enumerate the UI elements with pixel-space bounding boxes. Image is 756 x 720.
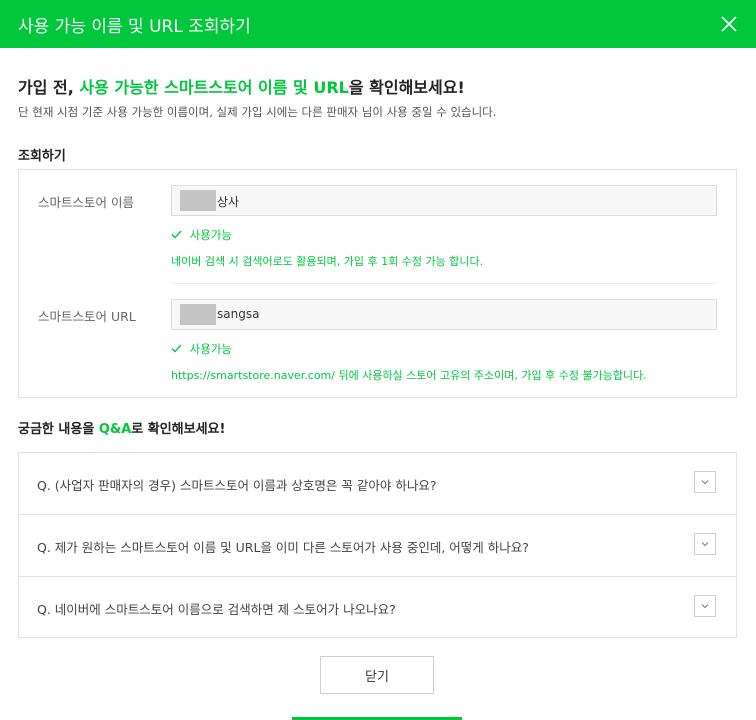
faq-label-highlight: Q&A — [98, 422, 132, 437]
faq-section-label: 궁금한 내용을 Q&A로 확인해보세요! — [18, 418, 225, 437]
headline-subtext: 단 현재 시점 기준 사용 가능한 이름이며, 실제 가입 시에는 다른 판매자… — [18, 105, 497, 119]
close-button[interactable] — [714, 9, 744, 39]
divider — [171, 283, 717, 284]
check-icon — [171, 228, 186, 242]
modal-header: 사용 가능 이름 및 URL 조회하기 — [0, 0, 756, 48]
faq-question: Q. (사업자 판매자의 경우) 스마트스토어 이름과 상호명은 꼭 같아야 하… — [37, 478, 437, 493]
chevron-down-icon — [701, 604, 709, 609]
faq-toggle-button[interactable] — [694, 471, 716, 493]
headline-prefix: 가입 전, — [18, 78, 80, 97]
close-icon — [721, 16, 737, 32]
chevron-down-icon — [701, 542, 709, 547]
masked-text — [180, 190, 216, 211]
faq-toggle-button[interactable] — [694, 533, 716, 555]
faq-item[interactable]: Q. 제가 원하는 스마트스토어 이름 및 URL을 이미 다른 스토어가 사용… — [19, 514, 736, 576]
store-url-value: sangsa — [217, 307, 260, 321]
faq-list: Q. (사업자 판매자의 경우) 스마트스토어 이름과 상호명은 꼭 같아야 하… — [18, 452, 737, 638]
page-headline: 가입 전, 사용 가능한 스마트스토어 이름 및 URL을 확인해보세요! — [18, 74, 465, 98]
store-name-help: 네이버 검색 시 검색어로도 활용되며, 가입 후 1회 수정 가능 합니다. — [171, 255, 484, 268]
faq-question: Q. 네이버에 스마트스토어 이름으로 검색하면 제 스토어가 나오나요? — [37, 602, 396, 617]
faq-label-prefix: 궁금한 내용을 — [18, 422, 99, 437]
faq-toggle-button[interactable] — [694, 595, 716, 617]
faq-label-suffix: 로 확인해보세요! — [131, 422, 226, 437]
faq-item[interactable]: Q. 네이버에 스마트스토어 이름으로 검색하면 제 스토어가 나오나요? — [19, 576, 736, 638]
lookup-box: 스마트스토어 이름 상사 사용가능 네이버 검색 시 검색어로도 활용되며, 가… — [18, 169, 737, 398]
modal-title: 사용 가능 이름 및 URL 조회하기 — [18, 17, 251, 37]
store-url-label: 스마트스토어 URL — [38, 309, 136, 324]
check-icon — [171, 342, 186, 356]
lookup-section-label: 조회하기 — [18, 149, 66, 164]
store-name-label: 스마트스토어 이름 — [38, 195, 134, 210]
headline-highlight: 사용 가능한 스마트스토어 이름 및 URL — [79, 78, 349, 97]
store-url-status: 사용가능 — [171, 341, 232, 357]
store-name-input[interactable]: 상사 — [171, 185, 717, 216]
chevron-down-icon — [701, 480, 709, 485]
store-name-status: 사용가능 — [171, 227, 232, 243]
masked-text — [180, 304, 216, 325]
store-url-status-text: 사용가능 — [189, 342, 232, 356]
faq-question: Q. 제가 원하는 스마트스토어 이름 및 URL을 이미 다른 스토어가 사용… — [37, 540, 529, 555]
store-url-input[interactable]: sangsa — [171, 299, 717, 330]
store-name-value: 상사 — [217, 195, 240, 209]
store-url-help: https://smartstore.naver.com/ 뒤에 사용하실 스토… — [171, 369, 647, 382]
faq-item[interactable]: Q. (사업자 판매자의 경우) 스마트스토어 이름과 상호명은 꼭 같아야 하… — [19, 453, 736, 514]
headline-suffix: 을 확인해보세요! — [348, 78, 465, 97]
close-dialog-button[interactable]: 닫기 — [320, 656, 434, 694]
store-name-status-text: 사용가능 — [189, 228, 232, 242]
